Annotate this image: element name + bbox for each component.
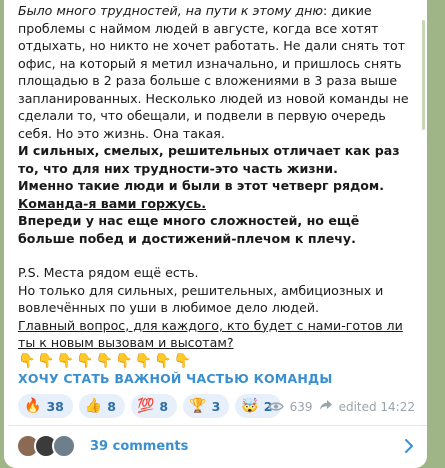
ps-line-2: Но только для сильных, решительных, амби… [18, 282, 384, 316]
message-meta: 639 edited 14:22 [267, 399, 415, 414]
paragraph-rest: : дикие проблемы с наймом людей в август… [18, 3, 409, 141]
reaction-trophy[interactable]: 🏆 3 [183, 394, 230, 418]
trophy-icon: 🏆 [189, 398, 207, 414]
comments-label[interactable]: 39 comments [90, 439, 188, 454]
reaction-fire[interactable]: 🔥 38 [18, 394, 73, 418]
reaction-hundred[interactable]: 💯 8 [130, 394, 178, 418]
avatar [52, 434, 76, 458]
commenter-avatars [16, 434, 82, 458]
thumbs-up-icon: 👍 [84, 398, 103, 414]
paragraph-proud: Команда-я вами горжусь. [18, 195, 206, 211]
mind-blown-icon: 🤯 [241, 398, 259, 414]
paragraph-ahead: Впереди у нас еще много сложностей, но е… [18, 213, 360, 246]
paragraph-strong: И сильных, смелых, решительных отличает … [18, 143, 400, 176]
italic-lead: Было много трудностей, на пути к этому д… [18, 3, 323, 18]
reaction-count: 8 [107, 398, 116, 414]
message-bubble: Было много трудностей, на пути к этому д… [4, 0, 427, 468]
views-count: 639 [289, 399, 313, 414]
cta-link[interactable]: ХОЧУ СТАТЬ ВАЖНОЙ ЧАСТЬЮ КОМАНДЫ [18, 370, 420, 388]
message-text: Было много трудностей, на пути к этому д… [18, 2, 420, 387]
reaction-count: 38 [46, 398, 64, 414]
reaction-count: 3 [211, 398, 221, 414]
chevron-right-icon[interactable] [405, 438, 413, 457]
eye-icon [267, 401, 284, 412]
ps-line-1: P.S. Места рядом ещё есть. [18, 265, 199, 280]
edited-time: edited 14:22 [338, 399, 415, 414]
comments-row[interactable]: 39 comments [4, 426, 427, 466]
pointing-emojis: 👇👇👇👇👇👇👇👇👇 [18, 352, 193, 369]
share-icon[interactable] [319, 399, 333, 414]
main-question: Главный вопрос, для каждого, кто будет с… [18, 317, 403, 351]
paragraph-difficulties: Было много трудностей, на пути к этому д… [18, 2, 420, 142]
paragraph-people: Именно такие люди и были в этот четверг … [18, 178, 385, 193]
hundred-icon: 💯 [136, 398, 155, 414]
scrollbar[interactable] [422, 20, 425, 130]
reaction-count: 8 [159, 398, 169, 414]
fire-icon: 🔥 [24, 398, 42, 414]
reaction-thumbs-up[interactable]: 👍 8 [78, 394, 125, 418]
reactions-bar: 🔥 38 👍 8 💯 8 🏆 3 🤯 2 [18, 394, 282, 418]
